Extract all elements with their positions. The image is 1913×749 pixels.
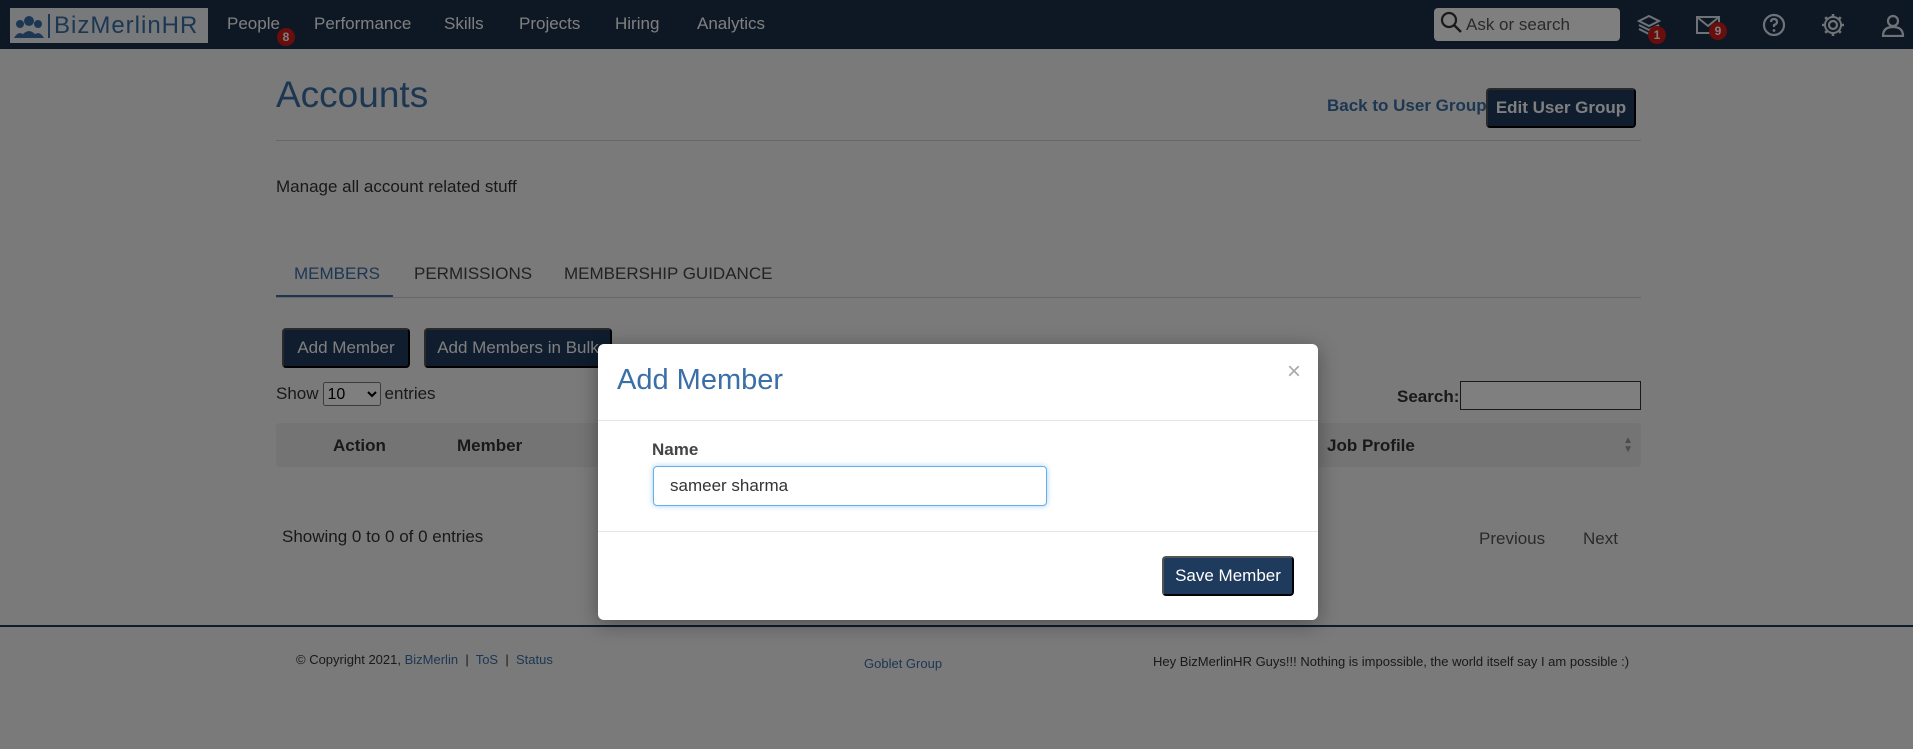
name-label: Name — [652, 440, 699, 459]
save-member-button[interactable]: Save Member — [1162, 556, 1294, 596]
name-input[interactable] — [653, 466, 1047, 506]
modal-title: Add Member — [617, 364, 784, 396]
modal-header-divider — [598, 420, 1318, 421]
add-member-modal: Add Member × Name Save Member — [598, 344, 1318, 620]
close-icon[interactable]: × — [1287, 358, 1301, 386]
modal-footer-divider — [598, 531, 1318, 532]
